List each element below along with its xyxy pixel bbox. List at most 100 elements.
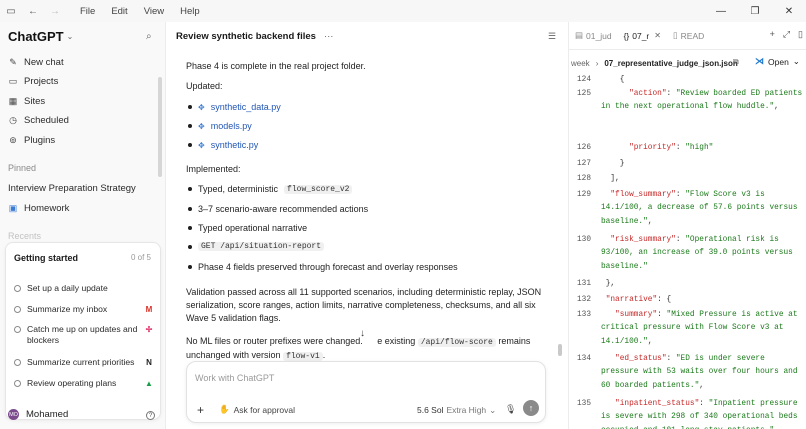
open-label: Open [768,56,789,67]
pinned-item[interactable]: ▣ Homework [8,199,70,217]
list-item: ✥ models.py [188,121,252,131]
bullet [188,143,192,147]
outline-toggle-icon[interactable]: ☰ [548,31,556,42]
chat-header: Review synthetic backend files ··· [176,31,333,42]
line-number: 131 [577,280,592,288]
slack-icon: ✢ [145,324,153,334]
forward-arrow-icon[interactable]: → [44,0,66,22]
sidebar-item-projects[interactable]: ▭ Projects [8,72,59,90]
microphone-icon[interactable]: 🎙 [505,404,516,415]
code-line: "narrative": { [605,296,672,304]
user-profile[interactable]: MO Mohamed [8,409,68,420]
notion-icon: N [146,357,152,367]
sidebar-toggle-icon[interactable]: ▭ [0,0,22,22]
title-bar: ▭ ← → File Edit View Help — ❐ ✕ [0,0,806,22]
vscode-icon: ⋊ [755,56,764,66]
menu-view[interactable]: View [136,6,172,17]
line-number: 128 [577,175,592,183]
breadcrumb-path[interactable]: week [571,59,590,68]
radio-icon[interactable] [14,326,21,333]
list-item-text: Typed operational narrative [198,223,308,233]
composer: Work with ChatGPT + ✋ Ask for approval 5… [186,361,546,423]
chat-title: Review synthetic backend files [176,31,316,42]
code-line: "action": "Review boarded ED patients in… [601,90,803,112]
close-window-button[interactable]: ✕ [772,0,806,22]
code-line: "ed_status": "ED is under severe pressur… [601,355,803,390]
back-arrow-icon[interactable]: ← [22,0,44,22]
expand-icon[interactable]: ⤢ [783,29,790,40]
grid-icon: ▦ [8,95,18,106]
user-name: Mohamed [26,409,69,420]
tab-readme[interactable]: ▯ READ [667,22,710,50]
list-item: 3–7 scenario-aware recommended actions [188,204,368,214]
brand-switcher[interactable]: ChatGPT ⌄ [8,29,73,44]
pinned-item-label: Interview Preparation Strategy [8,182,136,194]
help-icon[interactable]: ? [146,411,155,420]
checklist-item[interactable]: Summarize my inbox M [14,304,154,315]
approval-mode-button[interactable]: ✋ Ask for approval [219,404,295,415]
copy-icon[interactable]: ⧉ [733,57,739,67]
radio-icon[interactable] [14,359,21,366]
file-link[interactable]: synthetic_data.py [211,102,281,112]
sidebar-item-new-chat[interactable]: ✎ New chat [8,53,63,71]
book-icon: ▯ [672,30,678,40]
checklist-item[interactable]: Review operating plans ▲ [14,378,154,389]
file-link[interactable]: models.py [211,121,252,131]
close-icon[interactable]: ✕ [654,31,661,40]
code-line: { [601,76,625,84]
gmail-icon: M [145,304,153,314]
tab-judge[interactable]: ▤ 01_jud [569,22,618,50]
hand-icon: ✋ [219,404,230,414]
checklist-item-label: Summarize my inbox [27,304,108,314]
sidebar-item-plugins[interactable]: ⊚ Plugins [8,131,55,149]
radio-icon[interactable] [14,285,21,292]
list-item-text: Phase 4 fields preserved through forecas… [198,262,458,272]
model-selector[interactable]: 5.6 Sol Extra High ⌄ [417,405,496,416]
send-button[interactable]: ↑ [523,400,539,416]
checklist-item[interactable]: Summarize current priorities N [14,357,154,368]
line-number: 129 [577,191,592,199]
sidebar-item-label: Scheduled [24,114,69,126]
search-icon[interactable]: ⌕ [146,31,152,42]
sidebar-item-label: Plugins [24,134,56,146]
pinned-item[interactable]: Interview Preparation Strategy [8,179,136,197]
open-in-editor-button[interactable]: ⋊ Open ⌄ [755,56,800,67]
menu-file[interactable]: File [72,6,103,17]
radio-icon[interactable] [14,306,21,313]
line-number: 134 [577,355,592,363]
chat-scrollbar[interactable] [558,344,562,356]
radio-icon[interactable] [14,380,21,387]
breadcrumb-file: 07_representative_judge_json.json [604,58,738,68]
maximize-button[interactable]: ❐ [738,0,772,22]
getting-started-card: Getting started 0 of 5 Set up a daily up… [5,242,161,420]
minimize-button[interactable]: — [704,0,738,22]
chevron-down-icon: ⌄ [66,32,74,41]
line-number: 130 [577,236,592,244]
panel-toggle-icon[interactable]: ▯ [798,29,803,40]
code-line: "flow_summary": "Flow Score v3 is 14.1/1… [601,191,803,226]
line-number: 133 [577,311,592,319]
avatar: MO [8,409,19,420]
tab-json[interactable]: {} 07_r ✕ [618,22,667,50]
file-link[interactable]: synthetic.py [211,140,259,150]
sidebar-item-sites[interactable]: ▦ Sites [8,92,45,110]
drive-icon: ▲ [145,378,153,388]
tab-label: 07_r [632,30,650,41]
checklist-item[interactable]: Set up a daily update [14,283,154,294]
checklist-item[interactable]: Catch me up on updates and blockers ✢ [14,324,154,346]
sidebar-scrollbar[interactable] [158,77,162,177]
scroll-down-arrow-icon[interactable]: ↓ [360,328,365,339]
code-line: "priority": "high" [629,144,714,152]
list-item: Typed operational narrative [188,223,307,233]
more-options-icon[interactable]: ··· [324,31,334,42]
menu-edit[interactable]: Edit [103,6,135,17]
inline-code: flow_score_v2 [284,184,353,194]
add-attachment-button[interactable]: + [197,403,204,417]
menu-help[interactable]: Help [172,6,208,17]
pinned-item-label: Homework [24,202,70,214]
add-tab-icon[interactable]: + [770,29,775,40]
getting-started-count: 0 of 5 [130,253,151,262]
composer-input[interactable]: Work with ChatGPT [195,373,274,383]
sidebar-item-scheduled[interactable]: ◷ Scheduled [8,111,69,129]
chevron-down-icon: ⌄ [792,56,800,66]
